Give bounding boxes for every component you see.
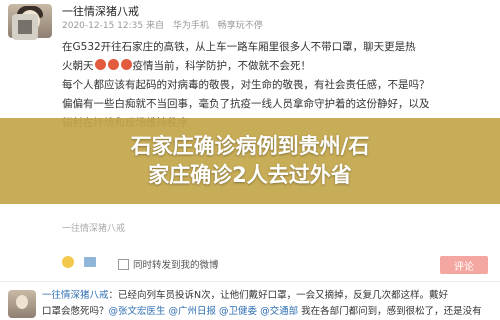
comment-body: 一往情深猪八戒：已经向列车员投诉N次，让他们戴好口罩，一会又摘掉，反复几次都这样… bbox=[42, 288, 494, 320]
post-device: 华为手机 bbox=[172, 21, 209, 31]
post-date: 2020-12-15 12:35 来自 bbox=[62, 21, 164, 31]
picture-icon[interactable] bbox=[84, 257, 96, 267]
post-device-extra: 畅享玩不停 bbox=[217, 21, 263, 31]
post-header: 一往情深猪八戒 2020-12-15 12:35 来自 华为手机 畅享玩不停 bbox=[0, 0, 500, 38]
post-line: 偏偏有一些白痴就不当回事，毫负了抗疫一线人员拿命守护着的这份静好，以及 bbox=[62, 98, 430, 110]
comment-line: 口罩会憋死吗？@张文宏医生 @广州日报 @卫健委 @交通部 我在各部门都问到，感… bbox=[42, 304, 494, 320]
comment-mentions[interactable]: @张文宏医生 @广州日报 @卫健委 @交通部 bbox=[109, 306, 299, 317]
divider bbox=[0, 281, 500, 282]
headline-line-2: 家庄确诊2人去过外省 bbox=[148, 163, 352, 187]
emoji-icon bbox=[107, 59, 119, 70]
headline-line-1: 石家庄确诊病例到贵州/石 bbox=[130, 134, 370, 158]
emoji-icon[interactable] bbox=[62, 256, 74, 268]
emoji-icon bbox=[94, 59, 106, 70]
share-options: 同时转发到我的微博 bbox=[118, 257, 219, 271]
post-line-text: 火朝天 bbox=[62, 60, 94, 72]
comment-text: 我在各部门都问到，感到很松了，还是没有 bbox=[298, 306, 482, 317]
post-meta: 2020-12-15 12:35 来自 华为手机 畅享玩不停 bbox=[62, 18, 269, 31]
share-label: 同时转发到我的微博 bbox=[133, 260, 219, 271]
post-line: 每个人都应该有起码的对病毒的敬畏，对生命的敬畏，有社会责任感，不是吗？ bbox=[62, 79, 430, 91]
checkbox-icon[interactable] bbox=[118, 258, 129, 270]
post-line: 在G532开往石家庄的高铁，从上车一路车厢里很多人不带口罩，聊天更是热 bbox=[62, 41, 416, 53]
author-name[interactable]: 一往情深猪八戒 bbox=[62, 3, 139, 19]
emoji-icon bbox=[120, 59, 132, 70]
comment-text: ：已经向列车员投诉N次，让他们戴好口罩，一会又摘掉，反复几次都这样。戴好 bbox=[108, 290, 449, 301]
comment-text: 口罩会憋死吗？ bbox=[42, 306, 109, 317]
post-line-text: 疫情当前，科学防护，不做就不会死！ bbox=[132, 60, 312, 72]
commenter-avatar[interactable] bbox=[12, 14, 38, 40]
comment-button[interactable]: 评论 bbox=[440, 256, 488, 274]
comment-author-avatar[interactable] bbox=[8, 290, 36, 318]
commenter-name: 一往情深猪八戒 bbox=[62, 224, 126, 234]
headline-banner: 石家庄确诊病例到贵州/石 家庄确诊2人去过外省 bbox=[0, 118, 500, 204]
post-line: 火朝天 疫情当前，科学防护，不做就不会死！ bbox=[62, 57, 494, 76]
comment-author[interactable]: 一往情深猪八戒 bbox=[42, 290, 109, 301]
comment-line: 一往情深猪八戒：已经向列车员投诉N次，让他们戴好口罩，一会又摘掉，反复几次都这样… bbox=[42, 288, 494, 304]
share-to-weibo[interactable]: 同时转发到我的微博 bbox=[118, 257, 219, 271]
weibo-page: 一往情深猪八戒 2020-12-15 12:35 来自 华为手机 畅享玩不停 在… bbox=[0, 0, 500, 320]
